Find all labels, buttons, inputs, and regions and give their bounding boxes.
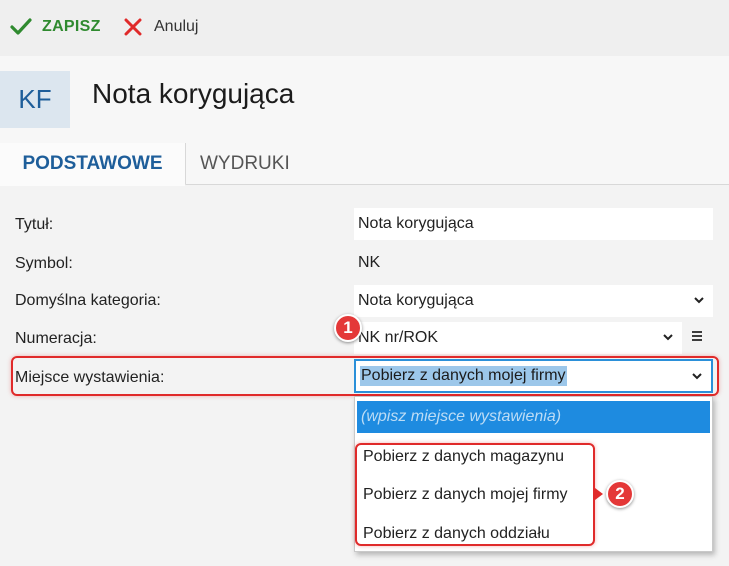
document-type-badge: KF: [0, 71, 70, 128]
annotation-arrow: [595, 488, 603, 500]
chevron-down-icon: [663, 334, 673, 341]
document-header: KF Nota korygująca: [0, 56, 729, 143]
place-row-highlight: [11, 356, 719, 396]
annotation-marker-1: 1: [334, 314, 362, 342]
options-highlight: [355, 443, 595, 546]
category-select-value: Nota korygująca: [358, 292, 474, 309]
chevron-down-icon: [694, 297, 704, 304]
cancel-button[interactable]: Anuluj: [124, 14, 198, 40]
annotation-marker-2: 2: [606, 480, 634, 508]
numbering-select-value: NK nr/ROK: [358, 329, 439, 346]
menu-icon[interactable]: [690, 330, 704, 342]
category-select[interactable]: Nota korygująca: [354, 285, 713, 317]
toolbar: ZAPISZ Anuluj: [0, 0, 729, 56]
checkmark-icon: [10, 18, 32, 35]
dropdown-placeholder-option[interactable]: (wpisz miejsce wystawienia): [357, 401, 710, 433]
title-input[interactable]: Nota korygująca: [354, 208, 713, 240]
symbol-value: NK: [354, 247, 713, 279]
numbering-label: Numeracja:: [15, 330, 97, 347]
numbering-select[interactable]: NK nr/ROK: [354, 322, 682, 354]
save-button[interactable]: ZAPISZ: [10, 14, 101, 40]
title-label: Tytuł:: [15, 216, 54, 233]
close-icon: [124, 18, 142, 36]
symbol-label: Symbol:: [15, 255, 73, 272]
page-title: Nota korygująca: [92, 78, 295, 109]
cancel-label: Anuluj: [154, 18, 199, 35]
save-label: ZAPISZ: [42, 18, 101, 35]
tab-printouts[interactable]: WYDRUKI: [200, 143, 290, 185]
category-label: Domyślna kategoria:: [15, 292, 161, 309]
tab-bar: PODSTAWOWE WYDRUKI: [0, 143, 729, 186]
tab-basic[interactable]: PODSTAWOWE: [0, 143, 186, 186]
